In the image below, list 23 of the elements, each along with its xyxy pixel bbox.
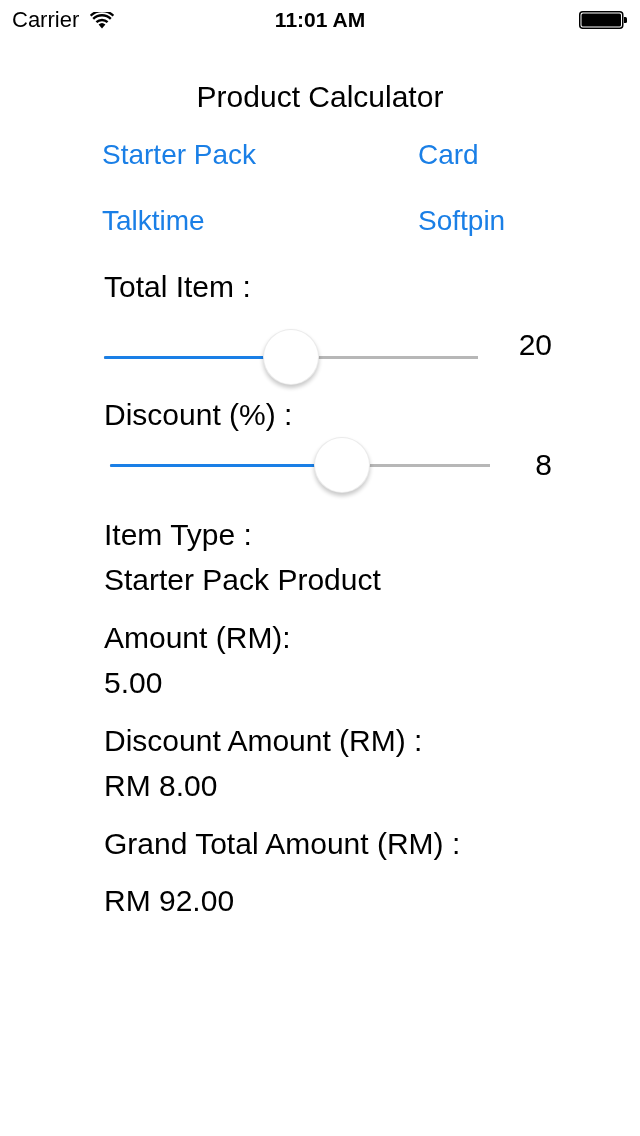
slider-reading: 8 bbox=[535, 447, 552, 483]
product-button[interactable]: Card bbox=[418, 133, 479, 177]
result-label: Amount (RM): bbox=[104, 620, 292, 656]
slider-reading: 20 bbox=[518, 327, 552, 363]
result-value: RM 8.00 bbox=[104, 768, 219, 804]
result-value: 5.00 bbox=[104, 665, 164, 701]
result-value: RM 92.00 bbox=[104, 883, 236, 919]
product-button[interactable]: Talktime bbox=[102, 199, 205, 243]
battery-icon bbox=[579, 11, 627, 29]
screen-title: Product Calculator bbox=[195, 79, 445, 115]
clock-time: 11:01 AM bbox=[274, 7, 366, 33]
result-label: Discount Amount (RM) : bbox=[104, 723, 424, 759]
slider-thumb[interactable] bbox=[263, 329, 319, 385]
carrier-label: Carrier bbox=[12, 7, 80, 33]
result-label: Grand Total Amount (RM) : bbox=[104, 826, 462, 862]
product-button[interactable]: Softpin bbox=[418, 199, 506, 243]
result-label: Item Type : bbox=[104, 517, 253, 553]
wifi-icon bbox=[90, 11, 115, 29]
field-label: Discount (%) : bbox=[104, 397, 294, 433]
result-value: Starter Pack Product bbox=[104, 562, 382, 598]
slider-thumb[interactable] bbox=[314, 437, 371, 493]
product-button[interactable]: Starter Pack bbox=[102, 133, 257, 177]
field-label: Total Item : bbox=[104, 269, 252, 305]
